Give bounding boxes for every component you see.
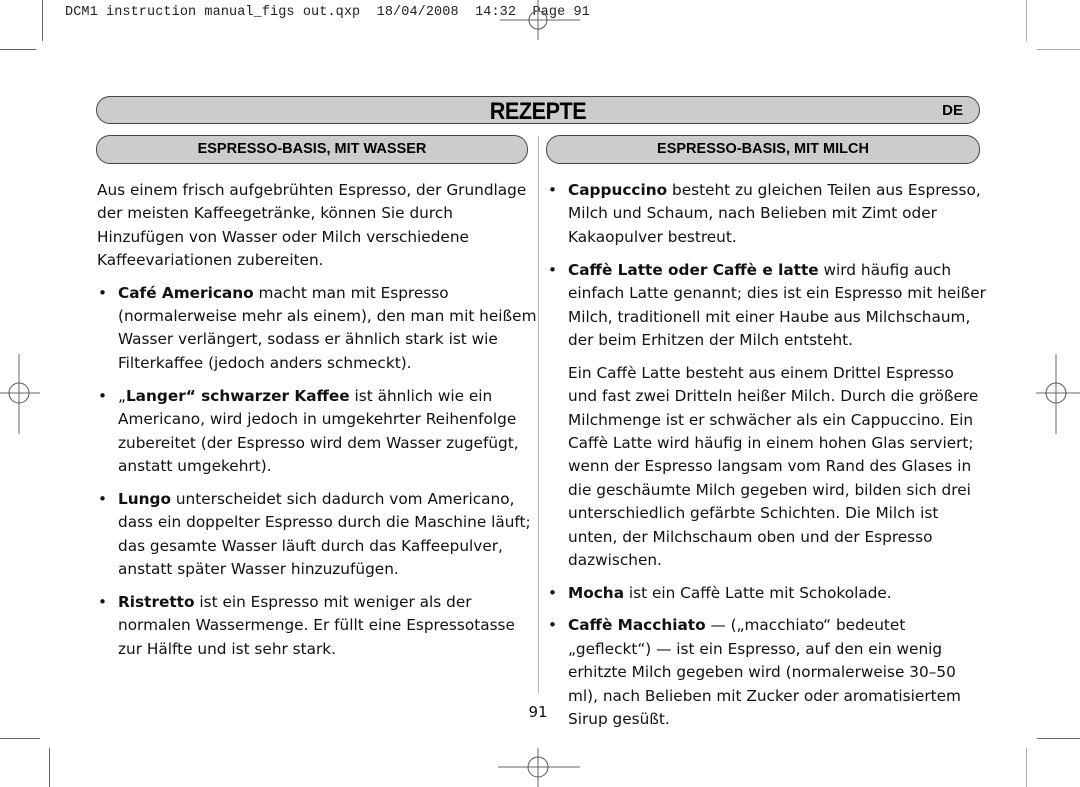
registration-mark-left-icon: [0, 354, 40, 434]
crop-mark-bottom-right-horizontal: [1037, 738, 1080, 739]
crop-mark-top-left-vertical: [42, 0, 43, 41]
title-bar: REZEPTE DE: [96, 96, 980, 125]
crop-mark-top-left-horizontal: [0, 49, 36, 50]
term: Caffè Macchiato: [568, 616, 706, 635]
crop-mark-bottom-right-vertical: [1026, 748, 1027, 787]
column-divider: [538, 136, 539, 693]
section-header-water: ESPRESSO-BASIS, MIT WASSER: [96, 135, 528, 164]
list-item: • „Langer“ schwarzer Kaffee ist ähnlich …: [97, 385, 537, 479]
list-item: • Ristretto ist ein Espresso mit weniger…: [97, 591, 537, 661]
crop-mark-bottom-left-horizontal: [0, 738, 40, 739]
left-column: Aus einem frisch aufgebrühten Espresso, …: [97, 179, 537, 671]
crop-mark-top-right-vertical: [1026, 0, 1027, 41]
list-item: • Lungo unterscheidet sich dadurch vom A…: [97, 488, 537, 582]
latte-paragraph: Ein Caffè Latte besteht aus einem Dritte…: [568, 363, 979, 570]
bullet-icon: •: [98, 593, 108, 611]
term: Café Americano: [118, 283, 254, 302]
right-column: • Cappuccino besteht zu gleichen Teilen …: [547, 179, 987, 741]
crop-mark-bottom-left-vertical: [49, 748, 50, 787]
page-number: 91: [528, 703, 548, 721]
description: unterscheidet sich dadurch vom Americano…: [118, 489, 531, 579]
term: Mocha: [568, 583, 625, 602]
section-header-milk: ESPRESSO-BASIS, MIT MILCH: [546, 135, 980, 164]
bullet-icon: •: [98, 386, 108, 405]
list-item: • Café Americano macht man mit Espresso …: [97, 282, 537, 376]
term: Lungo: [118, 489, 171, 508]
term: Caffè Latte oder Caffè e latte: [568, 260, 819, 279]
description: ist ein Caffè Latte mit Schokolade.: [624, 583, 892, 602]
bullet-icon: •: [98, 489, 108, 508]
registration-mark-top-icon: [500, 0, 580, 40]
crop-mark-top-right-horizontal: [1037, 49, 1080, 50]
term: Cappuccino: [568, 181, 668, 199]
registration-mark-right-icon: [1036, 354, 1080, 434]
term: Ristretto: [118, 593, 195, 611]
language-badge: DE: [942, 102, 963, 119]
term: Langer“ schwarzer Kaffee: [125, 386, 350, 405]
list-item: • Cappuccino besteht zu gleichen Teilen …: [547, 179, 987, 249]
intro-paragraph: Aus einem frisch aufgebrühten Espresso, …: [97, 181, 527, 270]
registration-mark-bottom-icon: [498, 748, 580, 787]
bullet-icon: •: [548, 583, 558, 602]
page-title: REZEPTE: [489, 98, 587, 125]
quote-prefix: „: [118, 386, 126, 405]
bullet-icon: •: [548, 260, 558, 279]
list-item: • Mocha ist ein Caffè Latte mit Schokola…: [547, 582, 987, 605]
bullet-icon: •: [548, 181, 558, 199]
list-item: • Caffè Latte oder Caffè e latte wird hä…: [547, 259, 987, 353]
bullet-icon: •: [98, 283, 108, 302]
bullet-icon: •: [548, 616, 558, 635]
